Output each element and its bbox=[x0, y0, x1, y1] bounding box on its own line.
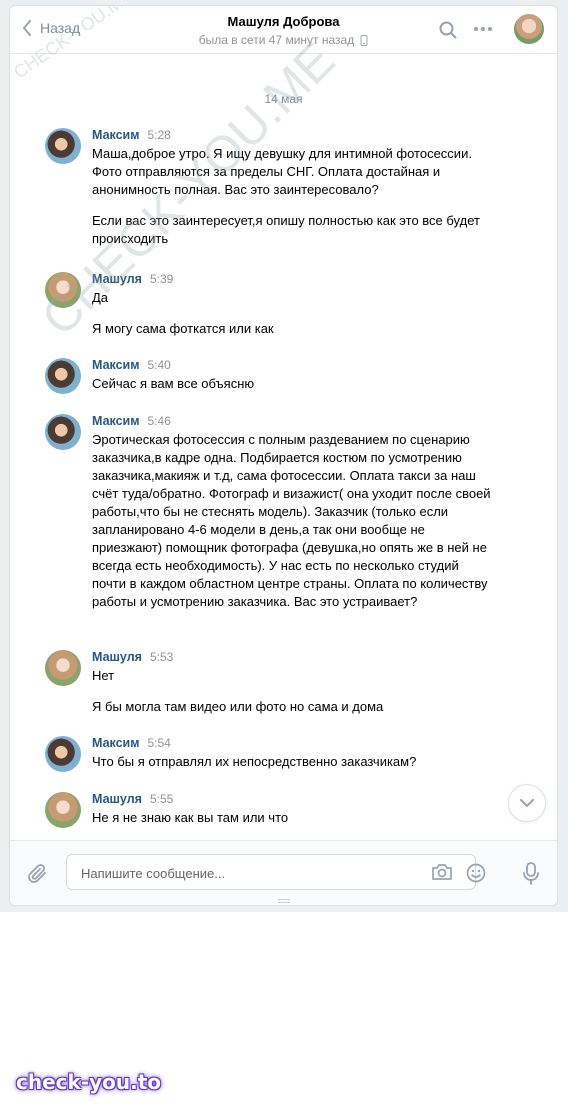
footer-watermark-logo: check-you.to bbox=[16, 1070, 162, 1094]
message-avatar[interactable] bbox=[45, 272, 81, 308]
message-author[interactable]: Машуля bbox=[92, 272, 142, 286]
scroll-down-button[interactable] bbox=[508, 784, 546, 822]
message-author[interactable]: Максим bbox=[92, 736, 140, 750]
message-text: Нет bbox=[92, 668, 115, 683]
message-input-box bbox=[66, 854, 486, 891]
attach-button[interactable] bbox=[26, 862, 50, 891]
message-avatar[interactable] bbox=[45, 358, 81, 394]
message-body: Нет Я бы могла там видео или фото но сама… bbox=[92, 667, 492, 716]
chat-panel: Назад Машуля Доброва была в сети 47 мину… bbox=[9, 5, 558, 906]
message-time: 5:28 bbox=[147, 128, 171, 142]
message-author[interactable]: Максим bbox=[92, 358, 140, 372]
message-history[interactable]: 14 мая Максим 5:28 Маша,доброе утро. Я ищу… bbox=[10, 54, 557, 840]
date-separator: 14 мая bbox=[264, 92, 303, 106]
message-avatar[interactable] bbox=[45, 736, 81, 772]
message-time: 5:53 bbox=[149, 650, 174, 664]
online-status: была в сети 47 минут назад bbox=[199, 33, 368, 47]
message-header: Максим 5:46 bbox=[92, 414, 171, 428]
message-header: Максим 5:40 bbox=[92, 358, 171, 372]
message-body: Сейчас я вам все объясню bbox=[92, 375, 492, 393]
more-icon bbox=[474, 27, 492, 31]
back-chevron-icon bbox=[23, 20, 31, 36]
message-time: 5:46 bbox=[147, 414, 171, 428]
resize-handle[interactable] bbox=[278, 899, 290, 903]
message-header: Машуля 5:53 bbox=[92, 650, 173, 664]
back-label: Назад bbox=[40, 20, 81, 36]
message-avatar[interactable] bbox=[45, 792, 81, 828]
message-author[interactable]: Машуля bbox=[92, 792, 142, 806]
messenger-window: Назад Машуля Доброва была в сети 47 мину… bbox=[0, 0, 568, 912]
message-header: Машуля 5:55 bbox=[92, 792, 173, 806]
more-button[interactable] bbox=[472, 19, 494, 44]
camera-button[interactable] bbox=[431, 863, 453, 886]
message-body: Не я не знаю как вы там или что bbox=[92, 809, 492, 827]
message-body: Маша,доброе утро. Я ищу девушку для инти… bbox=[92, 145, 492, 248]
message-text: Да bbox=[92, 290, 109, 305]
chat-avatar[interactable] bbox=[514, 14, 544, 44]
message-body: Эротическая фотосессия с полным раздеван… bbox=[92, 431, 492, 611]
microphone-icon bbox=[523, 862, 539, 885]
message-author[interactable]: Машуля bbox=[92, 650, 142, 664]
message-body: Что бы я отправлял их непосредственно за… bbox=[92, 753, 492, 771]
message-header: Машуля 5:39 bbox=[92, 272, 173, 286]
message-text: Маша,доброе утро. Я ищу девушку для инти… bbox=[92, 146, 472, 197]
online-status-text: была в сети 47 минут назад bbox=[198, 33, 355, 47]
message-composer bbox=[10, 840, 557, 905]
camera-icon bbox=[432, 864, 452, 880]
emoji-icon bbox=[466, 863, 486, 883]
paperclip-icon bbox=[28, 864, 46, 883]
search-icon bbox=[439, 21, 457, 39]
message-time: 5:55 bbox=[149, 792, 174, 806]
back-button[interactable]: Назад bbox=[22, 20, 80, 36]
message-text: Я могу сама фоткатся или как bbox=[92, 321, 274, 336]
message-author[interactable]: Максим bbox=[92, 414, 140, 428]
message-header: Максим 5:54 bbox=[92, 736, 171, 750]
chevron-down-icon bbox=[520, 798, 534, 807]
message-input[interactable] bbox=[79, 855, 423, 891]
mobile-icon bbox=[360, 34, 368, 46]
message-author[interactable]: Максим bbox=[92, 128, 140, 142]
message-avatar[interactable] bbox=[45, 128, 81, 164]
message-text: Не я не знаю как вы там или что bbox=[92, 810, 289, 825]
message-time: 5:40 bbox=[147, 358, 171, 372]
message-time: 5:39 bbox=[149, 272, 174, 286]
message-avatar[interactable] bbox=[45, 650, 81, 686]
message-text: Если вас это заинтересует,я опишу полнос… bbox=[92, 213, 480, 246]
message-text: Что бы я отправлял их непосредственно за… bbox=[92, 754, 417, 769]
message-text: Сейчас я вам все объясню bbox=[92, 376, 255, 391]
search-button[interactable] bbox=[439, 21, 457, 44]
chat-header: Назад Машуля Доброва была в сети 47 мину… bbox=[10, 6, 557, 54]
message-header: Максим 5:28 bbox=[92, 128, 171, 142]
message-time: 5:54 bbox=[147, 736, 171, 750]
message-text: Я бы могла там видео или фото но сама и … bbox=[92, 699, 384, 714]
message-body: Да Я могу сама фоткатся или как bbox=[92, 289, 492, 338]
message-text: Эротическая фотосессия с полным раздеван… bbox=[92, 432, 491, 609]
emoji-button[interactable] bbox=[465, 862, 487, 889]
voice-message-button[interactable] bbox=[521, 861, 541, 892]
message-avatar[interactable] bbox=[45, 414, 81, 450]
